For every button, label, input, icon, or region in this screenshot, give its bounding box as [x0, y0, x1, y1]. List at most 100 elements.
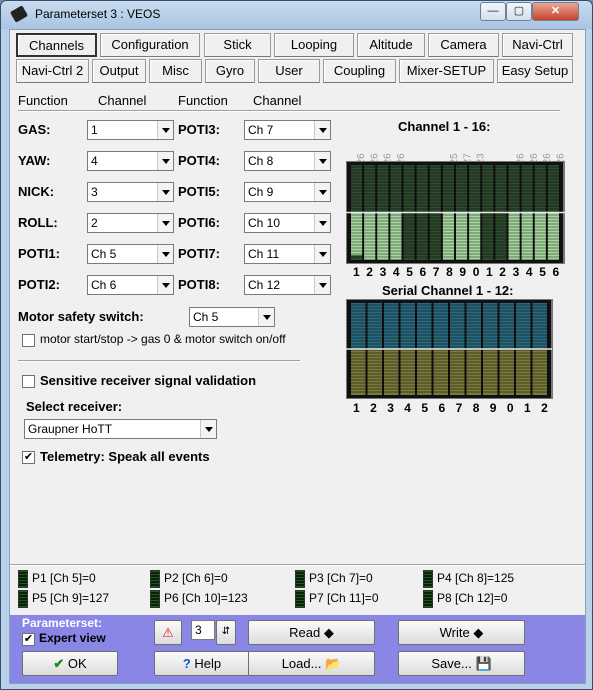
channel-value: Ch 9	[248, 185, 274, 199]
chevron-down-icon[interactable]	[157, 121, 173, 139]
chevron-down-icon[interactable]	[314, 183, 330, 201]
ok-button[interactable]: ✔ OK	[22, 651, 118, 676]
stepper-icon: ⇵	[221, 626, 231, 637]
channel-select[interactable]: Ch 7	[244, 120, 331, 140]
chevron-down-icon[interactable]	[157, 152, 173, 170]
write-button[interactable]: Write ◆	[398, 620, 525, 645]
tab-camera[interactable]: Camera	[428, 33, 499, 57]
channel-number: 9	[489, 401, 497, 415]
channel-select[interactable]: Ch 12	[244, 275, 331, 295]
read-label: Read	[289, 625, 321, 640]
chevron-down-icon[interactable]	[314, 245, 330, 263]
channel-select[interactable]: 3	[87, 182, 174, 202]
load-label: Load...	[281, 656, 322, 671]
tab-navi-ctrl-2[interactable]: Navi-Ctrl 2	[16, 59, 89, 83]
channel-value: Ch 10	[248, 216, 281, 230]
channel-select[interactable]: 2	[87, 213, 174, 233]
chevron-down-icon[interactable]	[258, 308, 274, 326]
tab-output[interactable]: Output	[92, 59, 146, 83]
channel-select[interactable]: Ch 6	[87, 275, 174, 295]
warning-button[interactable]: ⚠	[154, 620, 182, 645]
chevron-down-icon[interactable]	[200, 420, 216, 438]
chevron-down-icon[interactable]	[314, 121, 330, 139]
telemetry-checkbox[interactable]: ✔	[22, 451, 35, 464]
expert-view-checkbox[interactable]: ✔	[22, 633, 35, 646]
tab-coupling[interactable]: Coupling	[323, 59, 396, 83]
channel-select[interactable]: Ch 8	[244, 151, 331, 171]
function-label: POTI6:	[178, 215, 220, 230]
poti-indicator	[150, 570, 160, 588]
download-icon: ◆	[323, 625, 334, 640]
channel-number: 9	[459, 265, 467, 279]
poti-value: P2 [Ch 6]=0	[164, 571, 228, 585]
tab-easy-setup[interactable]: Easy Setup	[497, 59, 573, 83]
close-button[interactable]: ✕	[532, 2, 579, 21]
chevron-down-icon[interactable]	[314, 276, 330, 294]
channel-number: 5	[421, 401, 429, 415]
read-button[interactable]: Read ◆	[248, 620, 375, 645]
channel-value: 3	[91, 185, 98, 199]
poti-indicator	[295, 590, 305, 608]
stepper-button[interactable]: ⇵	[216, 620, 236, 645]
load-button[interactable]: Load... 📂	[248, 651, 375, 676]
channel-value: Ch 11	[248, 247, 280, 261]
tab-user[interactable]: User	[258, 59, 320, 83]
set-number-field[interactable]: 3	[191, 620, 215, 640]
channel-select[interactable]: 4	[87, 151, 174, 171]
channel-value: Ch 12	[248, 278, 281, 292]
select-receiver-label: Select receiver:	[26, 399, 123, 414]
chevron-down-icon[interactable]	[157, 276, 173, 294]
poti-value: P6 [Ch 10]=123	[164, 591, 248, 605]
channel-value: Ch 5	[91, 247, 117, 261]
channel-number: 0	[506, 401, 514, 415]
warning-icon: ⚠	[162, 625, 174, 640]
separator-3	[10, 564, 585, 566]
channel-select[interactable]: Ch 10	[244, 213, 331, 233]
save-button[interactable]: Save... 💾	[398, 651, 525, 676]
motor-start-stop-checkbox[interactable]	[22, 334, 35, 347]
channel-select[interactable]: 1	[87, 120, 174, 140]
tab-mixer-setup[interactable]: Mixer-SETUP	[399, 59, 494, 83]
function-label: POTI7:	[178, 246, 220, 261]
channel-value: 1	[91, 123, 98, 137]
channel-number: 6	[419, 265, 427, 279]
channel-number: 1	[353, 401, 360, 415]
channel-number: 1	[524, 401, 531, 415]
function-label: POTI8:	[178, 277, 220, 292]
tab-stick[interactable]: Stick	[204, 33, 271, 57]
expert-view-label: Expert view	[39, 631, 106, 645]
tab-misc[interactable]: Misc	[149, 59, 202, 83]
channel-number: 1	[486, 265, 493, 279]
sensitive-checkbox[interactable]	[22, 375, 35, 388]
motor-safety-select[interactable]: Ch 5	[189, 307, 275, 327]
channel-number: 4	[392, 265, 400, 279]
ok-label: OK	[67, 656, 87, 671]
receiver-select[interactable]: Graupner HoTT	[24, 419, 217, 439]
receiver-value: Graupner HoTT	[28, 422, 113, 436]
tab-altitude[interactable]: Altitude	[357, 33, 425, 57]
channel-select[interactable]: Ch 11	[244, 244, 331, 264]
tab-gyro[interactable]: Gyro	[205, 59, 255, 83]
help-button[interactable]: ? Help	[154, 651, 250, 676]
channel-number: 2	[366, 265, 373, 279]
chevron-down-icon[interactable]	[157, 245, 173, 263]
tab-looping[interactable]: Looping	[274, 33, 354, 57]
maximize-button[interactable]: ▢	[506, 2, 532, 21]
channel-select[interactable]: Ch 5	[87, 244, 174, 264]
chevron-down-icon[interactable]	[314, 214, 330, 232]
tab-channels[interactable]: Channels	[16, 33, 97, 57]
poti-indicator	[423, 570, 433, 588]
client-area: Channels Configuration Stick Looping Altitud…	[9, 29, 586, 684]
chevron-down-icon[interactable]	[157, 214, 173, 232]
tab-configuration[interactable]: Configuration	[100, 33, 200, 57]
function-label: POTI3:	[178, 122, 220, 137]
channel-select[interactable]: Ch 9	[244, 182, 331, 202]
chevron-down-icon[interactable]	[157, 183, 173, 201]
chevron-down-icon[interactable]	[314, 152, 330, 170]
minimize-button[interactable]: —	[480, 2, 506, 21]
channel-bar-panel	[346, 161, 568, 264]
tab-navi-ctrl[interactable]: Navi-Ctrl	[502, 33, 573, 57]
channel-number: 6	[552, 265, 560, 279]
bottom-bar: Parameterset: ✔ Expert view ✔ OK ⚠ 3 ⇵ ?…	[10, 615, 585, 683]
channel-number: 8	[446, 265, 453, 279]
